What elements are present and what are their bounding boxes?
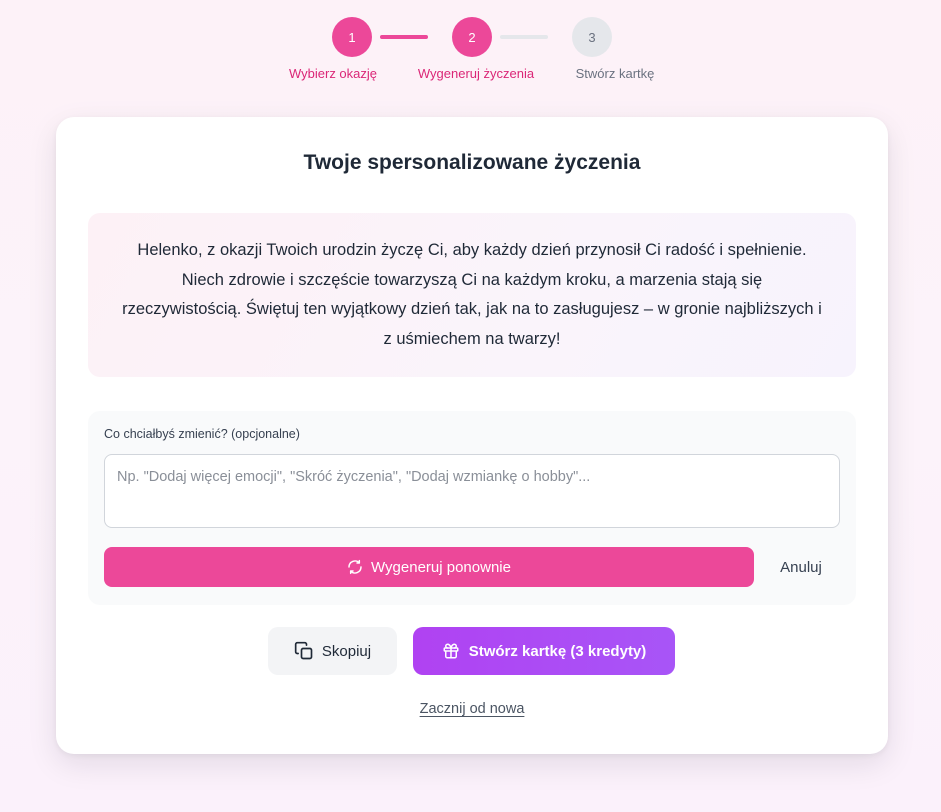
gift-icon xyxy=(442,642,460,660)
changes-label: Co chciałbyś zmienić? (opcjonalne) xyxy=(104,427,300,441)
progress-stepper: 1 2 3 Wybierz okazję Wygeneruj życzenia … xyxy=(0,0,941,100)
card-title: Twoje spersonalizowane życzenia xyxy=(303,151,641,174)
wishes-card: Twoje spersonalizowane życzenia Helenko,… xyxy=(56,117,888,754)
copy-button[interactable]: Skopiuj xyxy=(268,627,397,675)
copy-button-label: Skopiuj xyxy=(321,642,372,660)
create-card-button[interactable]: Stwórz kartkę (3 kredyty) xyxy=(413,627,675,675)
regenerate-button-label: Wygeneruj ponownie xyxy=(371,558,511,576)
step-1-circle: 1 xyxy=(332,17,372,57)
step-2-number: 2 xyxy=(468,29,476,45)
edit-panel: Co chciałbyś zmienić? (opcjonalne) Wygen… xyxy=(88,411,856,605)
refresh-icon xyxy=(347,559,363,575)
step-3-label: Stwórz kartkę xyxy=(575,66,655,81)
regenerate-button[interactable]: Wygeneruj ponownie xyxy=(104,547,754,587)
changes-input[interactable] xyxy=(104,454,840,528)
restart-link-container: Zacznij od nowa xyxy=(56,701,888,717)
generated-wish-box: Helenko, z okazji Twoich urodzin życzę C… xyxy=(88,213,856,377)
step-2-label: Wygeneruj życzenia xyxy=(417,66,535,81)
cancel-button[interactable]: Anuluj xyxy=(764,547,838,587)
step-3-circle: 3 xyxy=(572,17,612,57)
copy-icon xyxy=(294,641,314,661)
step-3-number: 3 xyxy=(588,29,596,45)
step-connector-1 xyxy=(380,35,428,39)
create-card-button-label: Stwórz kartkę (3 kredyty) xyxy=(468,642,647,660)
step-connector-2 xyxy=(500,35,548,39)
generated-wish-text: Helenko, z okazji Twoich urodzin życzę C… xyxy=(122,241,822,348)
step-2-circle: 2 xyxy=(452,17,492,57)
restart-link[interactable]: Zacznij od nowa xyxy=(420,701,525,717)
step-1-number: 1 xyxy=(348,29,356,45)
step-1-label: Wybierz okazję xyxy=(288,66,378,81)
